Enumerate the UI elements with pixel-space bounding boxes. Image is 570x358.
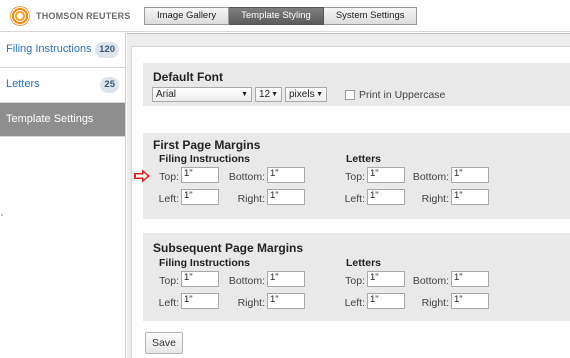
count-badge: 25 bbox=[100, 77, 119, 93]
tab-template-styling[interactable]: Template Styling bbox=[229, 7, 324, 25]
filing-top-input[interactable]: 1" bbox=[181, 271, 219, 287]
right-label: Right: bbox=[421, 193, 449, 205]
settings-panel: Default Font Arial ▼ 12 ▼ pixels ▼ Print… bbox=[131, 46, 570, 358]
letters-top-input[interactable]: 1" bbox=[367, 271, 405, 287]
count-badge: 120 bbox=[95, 42, 119, 58]
chevron-down-icon: ▼ bbox=[241, 91, 248, 98]
divider-dot bbox=[1, 214, 3, 216]
filing-top-input[interactable]: 1" bbox=[181, 167, 219, 183]
filing-right-input[interactable]: 1" bbox=[267, 189, 305, 205]
left-label: Left: bbox=[158, 297, 179, 309]
letters-top-input[interactable]: 1" bbox=[367, 167, 405, 183]
filing-left-input[interactable]: 1" bbox=[181, 293, 219, 309]
select-value: 12 bbox=[259, 89, 271, 100]
sidebar-item-label: Template Settings bbox=[6, 113, 94, 125]
letters-bottom-input[interactable]: 1" bbox=[451, 271, 489, 287]
first-page-margins-section: First Page Margins Filing Instructions T… bbox=[134, 133, 570, 219]
letters-right-input[interactable]: 1" bbox=[451, 293, 489, 309]
brand-name: THOMSON REUTERS bbox=[36, 11, 131, 21]
tab-system-settings[interactable]: System Settings bbox=[323, 7, 418, 25]
pointer-arrow-icon bbox=[134, 169, 150, 183]
uppercase-checkbox[interactable] bbox=[345, 90, 355, 100]
default-font-section: Default Font Arial ▼ 12 ▼ pixels ▼ Print… bbox=[143, 63, 570, 106]
filing-left-input[interactable]: 1" bbox=[181, 189, 219, 205]
bottom-label: Bottom: bbox=[228, 275, 265, 287]
tab-image-gallery[interactable]: Image Gallery bbox=[144, 7, 230, 25]
font-unit-select[interactable]: pixels ▼ bbox=[285, 87, 327, 102]
filing-instructions-subtitle: Filing Instructions bbox=[159, 257, 250, 269]
font-size-select[interactable]: 12 ▼ bbox=[255, 87, 282, 102]
sidebar-item-filing-instructions[interactable]: Filing Instructions 120 bbox=[0, 33, 125, 68]
right-label: Right: bbox=[237, 193, 265, 205]
sidebar-item-label: Filing Instructions bbox=[6, 43, 92, 55]
top-label: Top: bbox=[159, 275, 179, 287]
bottom-label: Bottom: bbox=[228, 171, 265, 183]
right-label: Right: bbox=[237, 297, 265, 309]
top-label: Top: bbox=[345, 275, 365, 287]
sidebar-item-template-settings[interactable]: Template Settings bbox=[0, 103, 125, 137]
sidebar-item-label: Letters bbox=[6, 78, 40, 90]
main-content: Default Font Arial ▼ 12 ▼ pixels ▼ Print… bbox=[127, 33, 570, 358]
select-value: Arial bbox=[156, 89, 177, 100]
right-label: Right: bbox=[421, 297, 449, 309]
top-label: Top: bbox=[345, 171, 365, 183]
section-title: Default Font bbox=[153, 70, 223, 84]
letters-left-input[interactable]: 1" bbox=[367, 189, 405, 205]
letters-right-input[interactable]: 1" bbox=[451, 189, 489, 205]
bottom-label: Bottom: bbox=[412, 275, 449, 287]
sidebar-item-letters[interactable]: Letters 25 bbox=[0, 68, 125, 103]
letters-left-input[interactable]: 1" bbox=[367, 293, 405, 309]
section-title: First Page Margins bbox=[153, 138, 261, 152]
uppercase-label: Print in Uppercase bbox=[359, 89, 446, 101]
save-button[interactable]: Save bbox=[145, 332, 183, 354]
top-bar: THOMSON REUTERS Image Gallery Template S… bbox=[0, 0, 570, 32]
filing-right-input[interactable]: 1" bbox=[267, 293, 305, 309]
filing-instructions-subtitle: Filing Instructions bbox=[159, 153, 250, 165]
sidebar: Filing Instructions 120 Letters 25 Templ… bbox=[0, 33, 126, 358]
top-label: Top: bbox=[159, 171, 179, 183]
filing-bottom-input[interactable]: 1" bbox=[267, 271, 305, 287]
left-label: Left: bbox=[344, 297, 365, 309]
letters-bottom-input[interactable]: 1" bbox=[451, 167, 489, 183]
thomson-reuters-logo-icon bbox=[10, 6, 30, 26]
filing-bottom-input[interactable]: 1" bbox=[267, 167, 305, 183]
letters-subtitle: Letters bbox=[346, 257, 382, 269]
chevron-down-icon: ▼ bbox=[316, 91, 323, 98]
brand-logo[interactable]: THOMSON REUTERS bbox=[10, 6, 131, 26]
top-tabs: Image Gallery Template Styling System Se… bbox=[144, 7, 418, 25]
left-label: Left: bbox=[344, 193, 365, 205]
chevron-down-icon: ▼ bbox=[271, 91, 278, 98]
select-value: pixels bbox=[289, 89, 315, 100]
section-title: Subsequent Page Margins bbox=[153, 241, 304, 255]
subsequent-page-margins-section: Subsequent Page Margins Filing Instructi… bbox=[143, 233, 570, 321]
left-label: Left: bbox=[158, 193, 179, 205]
font-family-select[interactable]: Arial ▼ bbox=[152, 87, 252, 102]
bottom-label: Bottom: bbox=[412, 171, 449, 183]
letters-subtitle: Letters bbox=[346, 153, 382, 165]
